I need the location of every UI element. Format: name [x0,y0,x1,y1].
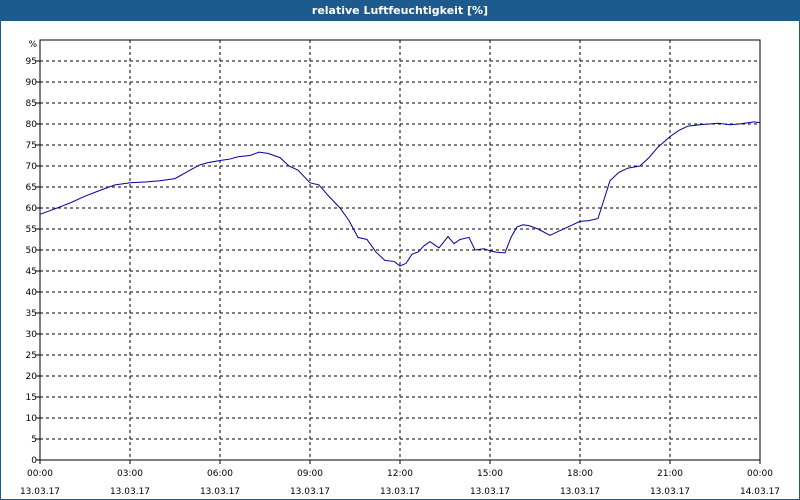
x-tick-time: 00:00 [27,469,53,479]
y-tick-label: 35 [26,309,37,319]
y-tick-label: 45 [26,267,37,277]
y-tick-label: 80 [26,120,38,130]
y-tick-label: 50 [26,246,38,256]
x-tick-time: 15:00 [477,469,503,479]
x-tick-date: 13.03.17 [110,487,150,497]
y-tick-label: 20 [26,372,38,382]
y-tick-label: 75 [26,141,37,151]
y-tick-label: 40 [26,288,38,298]
humidity-line-chart: 0 5 10 15 20 25 30 35 40 45 50 55 60 65 70 75 80 85 90 95 0… [20,39,780,497]
y-tick-label: 30 [26,330,38,340]
x-tick-time: 18:00 [567,469,593,479]
y-tick-label: 5 [31,435,37,445]
x-tick-date: 13.03.17 [470,487,510,497]
y-tick-label: 25 [26,351,37,361]
x-tick-date: 13.03.17 [380,487,420,497]
y-tick-label: 0 [31,456,37,466]
x-tick-time: 00:00 [747,469,773,479]
y-tick-label: 70 [26,162,38,172]
y-tick-label: 10 [26,414,38,424]
y-axis-unit: % [28,40,37,50]
x-tick-time: 12:00 [387,469,413,479]
x-tick-date: 13.03.17 [560,487,600,497]
y-tick-label: 85 [26,99,37,109]
x-tick-date: 14.03.17 [740,487,780,497]
y-tick-label: 15 [26,393,37,403]
x-tick-time: 09:00 [297,469,323,479]
y-tick-label: 65 [26,183,37,193]
y-tick-label: 90 [26,78,38,88]
x-tick-date: 13.03.17 [650,487,690,497]
x-tick-time: 03:00 [117,469,143,479]
x-tick-date: 13.03.17 [200,487,240,497]
x-tick-time: 21:00 [657,469,683,479]
x-tick-time: 06:00 [207,469,233,479]
x-tick-date: 13.03.17 [20,487,60,497]
y-tick-label: 55 [26,225,37,235]
y-tick-label: 60 [26,204,38,214]
x-tick-date: 13.03.17 [290,487,330,497]
y-tick-label: 95 [26,57,37,67]
